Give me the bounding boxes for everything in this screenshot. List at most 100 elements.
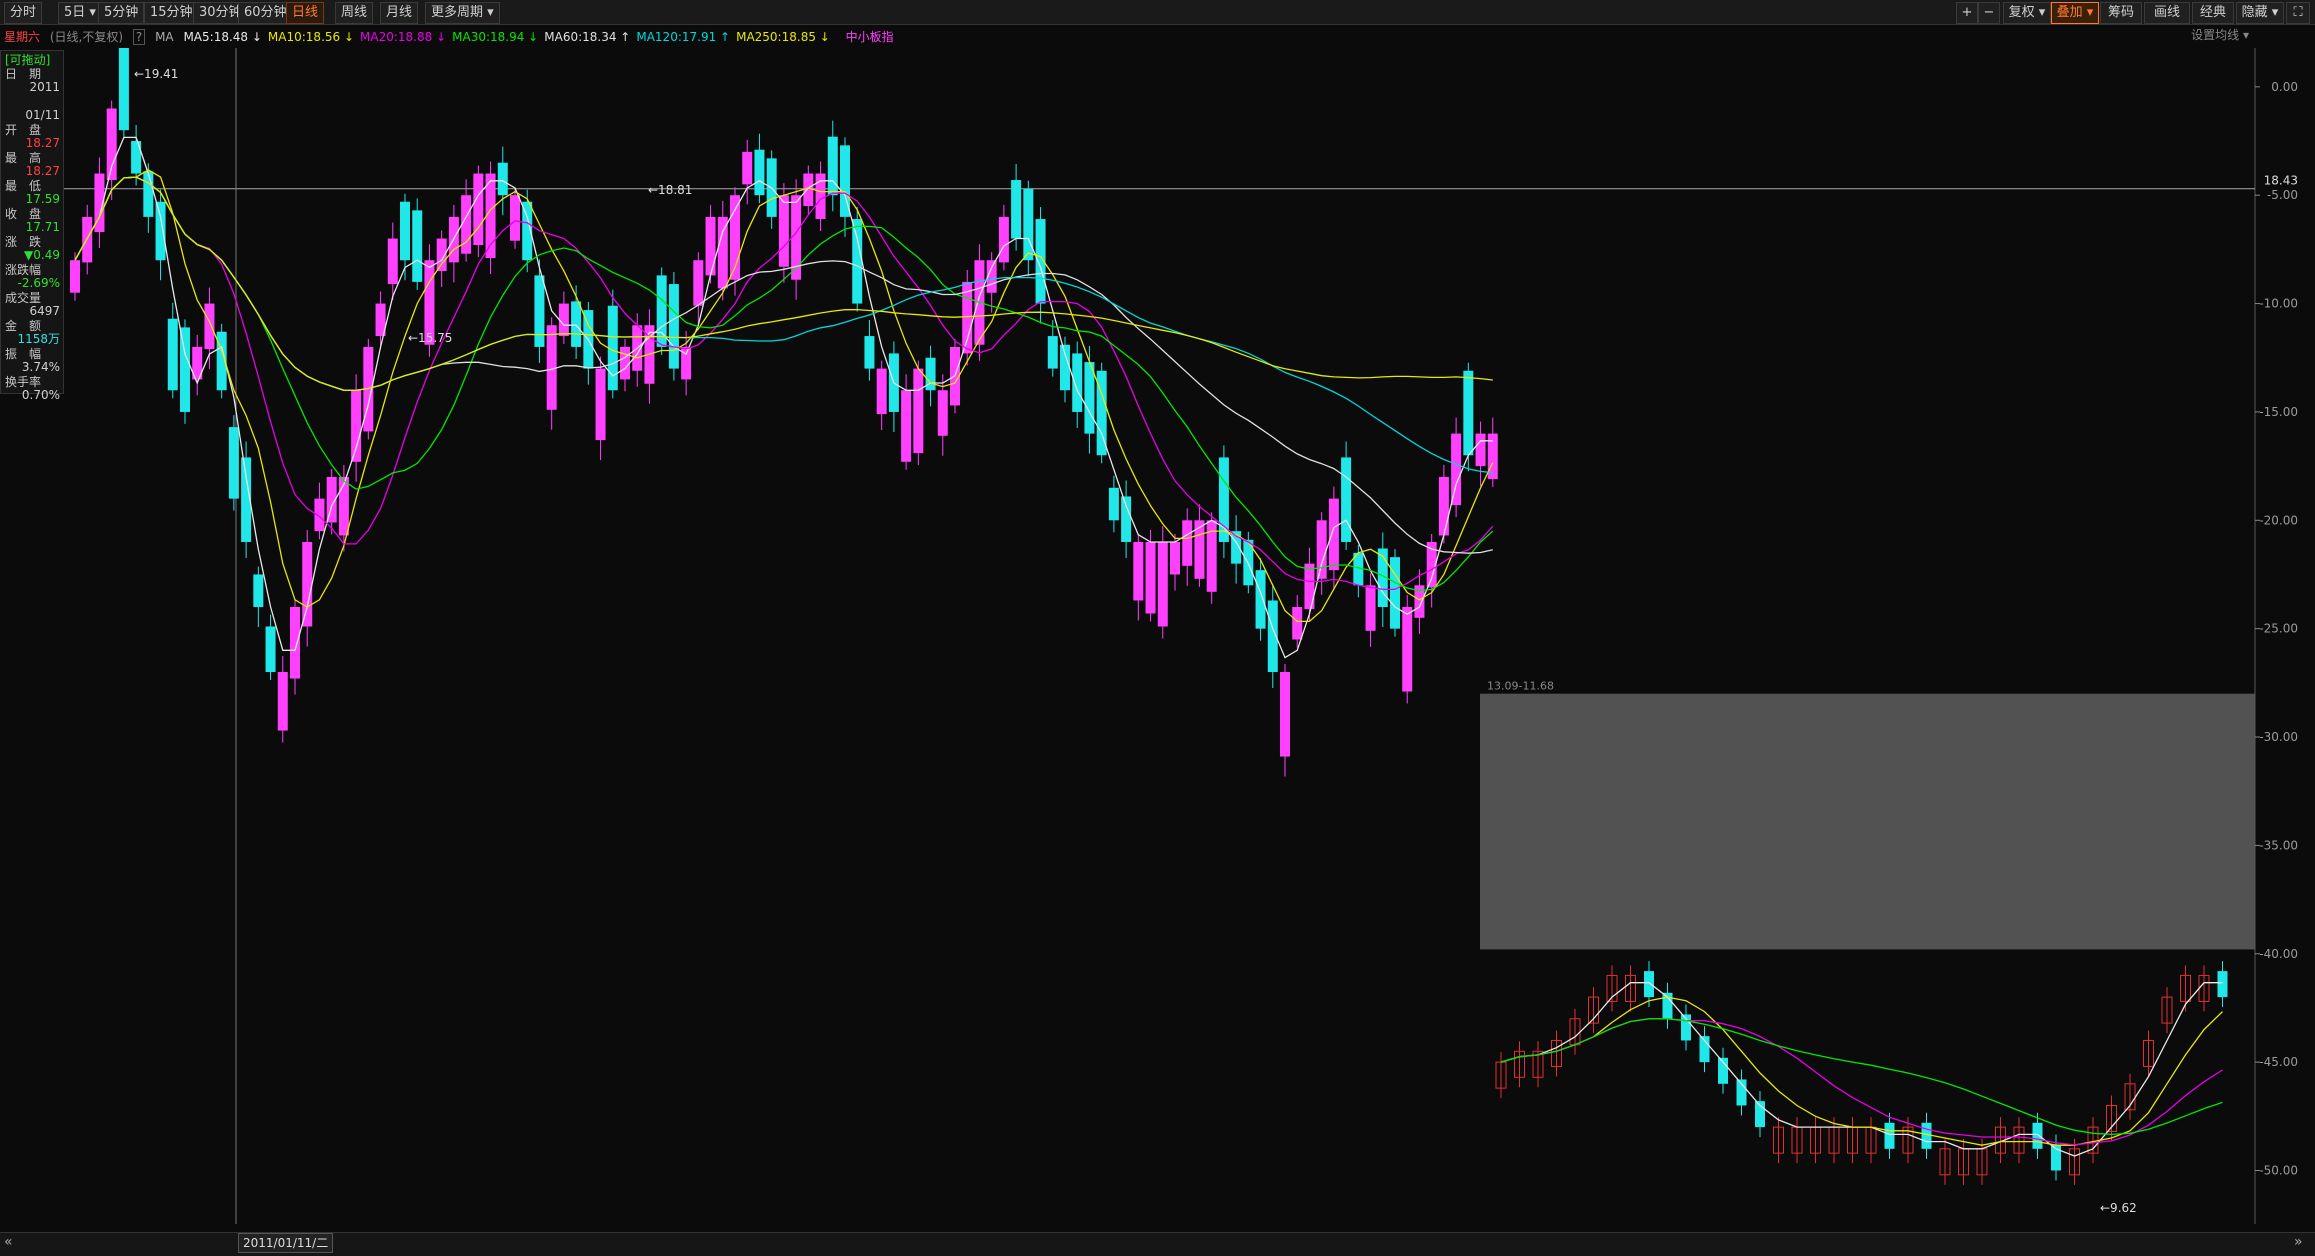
candle-body [1182,520,1193,566]
adjust-button[interactable]: 复权 ▾ [2003,2,2051,24]
index-overlay-label[interactable]: 中小板指 [846,30,894,44]
info-label: 涨跌幅 [5,263,42,277]
price-marker: 18.43 [2264,174,2298,188]
mid-high-annotation: ←18.81 [648,183,692,197]
candle-body [1108,487,1119,521]
overlay-label: 叠加 [2056,5,2083,20]
candle-body [742,151,753,185]
candle-body [717,216,728,289]
drag-handle[interactable]: [可拖动] [5,53,50,67]
y-tick-label: -40.00 [2259,947,2298,961]
candle-body [180,327,190,412]
candle-body [302,541,313,627]
tab-15min[interactable]: 15分钟 [144,2,199,24]
tab-monthly[interactable]: 月线 [380,2,419,24]
ma-legend-bar: 星期六 (日线,不复权) ? MA MA5:18.48 ↓ MA10:18.56 … [0,26,2240,48]
candle-body [1157,541,1168,627]
candle-body [1060,344,1070,391]
candle-body [497,162,508,196]
candle-body [1170,541,1180,575]
candle-body [1072,353,1083,412]
y-tick-label: -10.00 [2259,297,2298,311]
overlay-ma-line [1500,1018,2223,1136]
scroll-left-icon[interactable]: « [4,1234,13,1250]
candle-body [571,301,582,347]
tab-daily[interactable]: 日线 [286,2,325,24]
tab-5day[interactable]: 5日 ▾ [58,2,102,24]
candle-body [778,195,789,267]
gap-label: 13.09-11.68 [1487,680,1554,693]
low-annotation: ←15.75 [408,331,452,345]
candle-body [228,427,239,499]
overlay-candle-body [1884,1122,1895,1149]
candle-body [277,672,288,731]
tab-more-periods[interactable]: 更多周期 ▾ [425,2,500,24]
overlay-button[interactable]: 叠加 ▾ [2051,2,2099,24]
info-label: 日 期 [5,67,42,81]
overlay-candle-body [1921,1122,1932,1149]
candle-body [106,108,117,181]
candle-body [901,390,912,462]
weekday-label: 星期六 [4,30,41,44]
info-value: 2011 [29,80,60,94]
fullscreen-icon[interactable]: ⛶ [2286,2,2310,24]
candle-body [118,48,129,131]
candle-body [1292,606,1303,640]
candle-body [1255,570,1266,629]
y-tick-label: -20.00 [2259,513,2298,527]
info-label: 收 盘 [5,207,42,221]
zoom-out-button[interactable]: − [1978,2,2000,24]
overlay-ma-line [1500,1018,2223,1146]
ma-settings-label: 设置均线 [2191,28,2240,42]
ma-label: MA [155,30,174,44]
ma-settings-link[interactable]: 设置均线 ▾ [2191,26,2249,43]
scroll-right-icon[interactable]: » [2294,1234,2303,1250]
ma-legend-item: MA20:18.88 ↓ [360,30,447,44]
tab-more-label: 更多周期 [431,5,484,20]
info-label: 最 高 [5,151,42,165]
candle-body [1316,520,1327,579]
info-label: 涨 跌 [5,235,42,249]
candle-body [1341,457,1352,542]
bottom-scrollbar[interactable] [0,1232,2315,1256]
classic-button[interactable]: 经典 [2192,2,2234,24]
tab-5min[interactable]: 5分钟 [98,2,145,24]
candle-body [1121,496,1132,542]
info-label: 开 盘 [5,123,42,137]
candle-body [338,476,349,536]
candle-body [70,260,80,293]
y-tick-label: -15.00 [2259,405,2298,419]
tab-intraday[interactable]: 分时 [4,2,43,24]
draw-line-button[interactable]: 画线 [2144,2,2190,24]
candle-body [876,368,887,415]
candle-body [253,574,264,607]
candle-body [668,284,679,369]
hide-label: 隐藏 [2241,5,2268,20]
tab-5day-label: 5日 [64,5,86,20]
y-tick-label: -35.00 [2259,838,2298,852]
help-icon[interactable]: ? [132,29,146,45]
info-value: 18.27 [25,136,60,150]
candle-body [143,171,154,217]
candle-body [1084,362,1095,434]
tab-weekly[interactable]: 周线 [335,2,374,24]
candle-body [864,336,875,369]
overlay-ma-line [1500,982,2223,1157]
info-value: 17.59 [25,192,60,206]
info-value: 17.71 [25,220,60,234]
candle-body [265,626,276,673]
candle-body [1023,188,1034,261]
y-tick-label: -5.00 [2267,188,2298,202]
candle-body [204,303,215,350]
info-panel[interactable]: [可拖动] 日 期 2011 01/11 开 盘 18.27 最 高 18.27 最 低 17.… [0,50,64,402]
chips-button[interactable]: 筹码 [2100,2,2142,24]
info-value: 1158万 [17,332,60,346]
ma-legend-item: MA120:17.91 ↑ [636,30,731,44]
ma-legend-item: MA10:18.56 ↓ [267,30,355,44]
tab-60min[interactable]: 60分钟 [238,2,293,24]
candle-body [620,346,630,380]
zoom-in-button[interactable]: + [1956,2,1978,24]
candlestick-chart[interactable]: 0.00 -5.00 -10.00 -15.00 -20.00 -25.00 -30.00 -… [0,48,2315,1232]
hide-button[interactable]: 隐藏 ▾ [2236,2,2284,24]
ma-legend-item: MA5:18.48 ↓ [183,30,262,44]
